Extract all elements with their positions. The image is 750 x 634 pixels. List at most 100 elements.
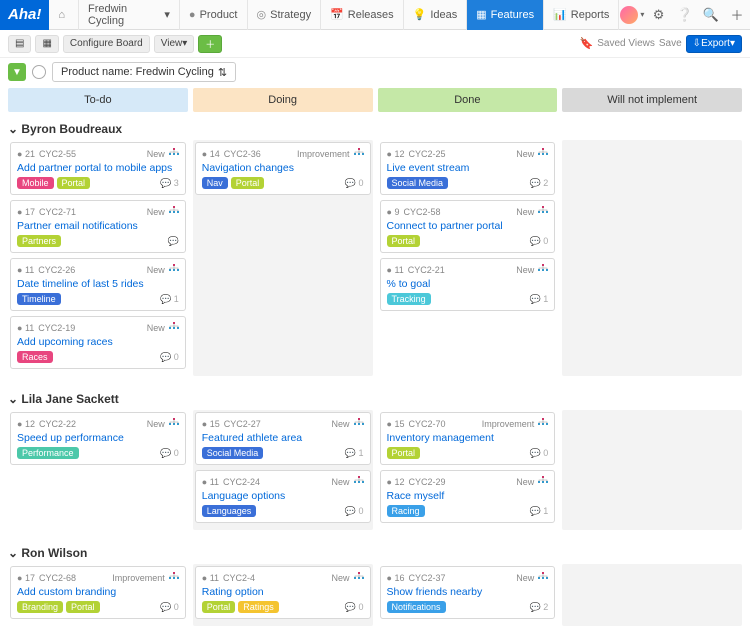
- card-comments[interactable]: 💬 0: [160, 448, 179, 459]
- card-title[interactable]: Speed up performance: [17, 432, 179, 444]
- filter-add[interactable]: [32, 65, 46, 79]
- card-comments[interactable]: 💬 0: [160, 352, 179, 363]
- lane[interactable]: 11CYC2-4NewRating optionPortalRatings💬 0: [193, 564, 373, 626]
- feature-card[interactable]: 12CYC2-22NewSpeed up performancePerforma…: [10, 412, 186, 465]
- lane[interactable]: 21CYC2-55NewAdd partner portal to mobile…: [8, 140, 188, 376]
- card-title[interactable]: Add partner portal to mobile apps: [17, 162, 179, 174]
- card-comments[interactable]: 💬: [168, 236, 179, 247]
- column-head-3[interactable]: Will not implement: [562, 88, 742, 112]
- card-title[interactable]: Connect to partner portal: [387, 220, 549, 232]
- lane[interactable]: [562, 410, 742, 530]
- feature-card[interactable]: 15CYC2-70ImprovementInventory management…: [380, 412, 556, 465]
- save-view-button[interactable]: Save: [659, 38, 682, 49]
- search-button[interactable]: 🔍: [698, 0, 724, 30]
- column-head-0[interactable]: To-do: [8, 88, 188, 112]
- feature-card[interactable]: 12CYC2-25NewLive event streamSocial Medi…: [380, 142, 556, 195]
- feature-card[interactable]: 11CYC2-19NewAdd upcoming racesRaces💬 0: [10, 316, 186, 369]
- feature-card[interactable]: 12CYC2-29NewRace myselfRacing💬 1: [380, 470, 556, 523]
- hierarchy-icon[interactable]: [354, 476, 364, 488]
- help-button[interactable]: ❔: [672, 0, 698, 30]
- view-list-toggle[interactable]: ▤: [8, 35, 31, 53]
- column-head-1[interactable]: Doing: [193, 88, 373, 112]
- lane[interactable]: 12CYC2-22NewSpeed up performancePerforma…: [8, 410, 188, 530]
- feature-card[interactable]: 9CYC2-58NewConnect to partner portalPort…: [380, 200, 556, 253]
- card-comments[interactable]: 💬 1: [530, 506, 549, 517]
- saved-views-link[interactable]: Saved Views: [597, 38, 655, 49]
- feature-card[interactable]: 11CYC2-21New% to goalTracking💬 1: [380, 258, 556, 311]
- nav-reports[interactable]: 📊Reports: [544, 0, 619, 30]
- nav-strategy[interactable]: ◎Strategy: [248, 0, 322, 30]
- lane[interactable]: 15CYC2-27NewFeatured athlete areaSocial …: [193, 410, 373, 530]
- card-comments[interactable]: 💬 0: [345, 178, 364, 189]
- nav-ideas[interactable]: 💡Ideas: [404, 0, 468, 30]
- lane[interactable]: [562, 564, 742, 626]
- lane[interactable]: 12CYC2-25NewLive event streamSocial Medi…: [378, 140, 558, 376]
- card-title[interactable]: Add upcoming races: [17, 336, 179, 348]
- hierarchy-icon[interactable]: [169, 264, 179, 276]
- home-button[interactable]: ⌂: [49, 0, 79, 30]
- card-comments[interactable]: 💬 2: [530, 178, 549, 189]
- lane[interactable]: 14CYC2-36ImprovementNavigation changesNa…: [193, 140, 373, 376]
- hierarchy-icon[interactable]: [169, 206, 179, 218]
- feature-card[interactable]: 11CYC2-24NewLanguage optionsLanguages💬 0: [195, 470, 371, 523]
- hierarchy-icon[interactable]: [354, 572, 364, 584]
- filter-toggle[interactable]: ▼: [8, 63, 26, 81]
- feature-card[interactable]: 15CYC2-27NewFeatured athlete areaSocial …: [195, 412, 371, 465]
- card-title[interactable]: Partner email notifications: [17, 220, 179, 232]
- card-comments[interactable]: 💬 0: [530, 236, 549, 247]
- card-title[interactable]: Inventory management: [387, 432, 549, 444]
- hierarchy-icon[interactable]: [169, 418, 179, 430]
- export-button[interactable]: ⇩ Export ▾: [686, 35, 742, 53]
- card-title[interactable]: % to goal: [387, 278, 549, 290]
- card-title[interactable]: Featured athlete area: [202, 432, 364, 444]
- card-comments[interactable]: 💬 0: [530, 448, 549, 459]
- card-title[interactable]: Date timeline of last 5 rides: [17, 278, 179, 290]
- card-title[interactable]: Live event stream: [387, 162, 549, 174]
- card-title[interactable]: Navigation changes: [202, 162, 364, 174]
- card-title[interactable]: Add custom branding: [17, 586, 179, 598]
- column-head-2[interactable]: Done: [378, 88, 558, 112]
- swimlane-header[interactable]: Byron Boudreaux: [8, 118, 742, 140]
- hierarchy-icon[interactable]: [354, 418, 364, 430]
- user-menu[interactable]: ▾: [619, 0, 645, 30]
- card-comments[interactable]: 💬 0: [160, 602, 179, 613]
- configure-board-button[interactable]: Configure Board: [63, 35, 150, 53]
- feature-card[interactable]: 14CYC2-36ImprovementNavigation changesNa…: [195, 142, 371, 195]
- hierarchy-icon[interactable]: [538, 572, 548, 584]
- lane[interactable]: 15CYC2-70ImprovementInventory management…: [378, 410, 558, 530]
- product-filter[interactable]: Product name: Fredwin Cycling⇅: [52, 62, 236, 82]
- card-title[interactable]: Language options: [202, 490, 364, 502]
- card-comments[interactable]: 💬 2: [530, 602, 549, 613]
- feature-card[interactable]: 11CYC2-26NewDate timeline of last 5 ride…: [10, 258, 186, 311]
- hierarchy-icon[interactable]: [169, 148, 179, 160]
- add-feature-button[interactable]: ＋: [198, 35, 222, 53]
- card-comments[interactable]: 💬 0: [345, 506, 364, 517]
- nav-product[interactable]: ●Product: [180, 0, 248, 30]
- feature-card[interactable]: 17CYC2-71NewPartner email notificationsP…: [10, 200, 186, 253]
- card-comments[interactable]: 💬 3: [160, 178, 179, 189]
- nav-releases[interactable]: 📅Releases: [321, 0, 404, 30]
- hierarchy-icon[interactable]: [169, 572, 179, 584]
- card-title[interactable]: Show friends nearby: [387, 586, 549, 598]
- workspace-picker[interactable]: Fredwin Cycling▾: [79, 0, 180, 30]
- swimlane-header[interactable]: Lila Jane Sackett: [8, 388, 742, 410]
- view-menu[interactable]: View ▾: [154, 35, 195, 53]
- card-title[interactable]: Race myself: [387, 490, 549, 502]
- nav-features[interactable]: ▦Features: [467, 0, 544, 30]
- feature-card[interactable]: 21CYC2-55NewAdd partner portal to mobile…: [10, 142, 186, 195]
- view-grid-toggle[interactable]: ▦: [35, 35, 58, 53]
- card-comments[interactable]: 💬 1: [345, 448, 364, 459]
- lane[interactable]: 17CYC2-68ImprovementAdd custom brandingB…: [8, 564, 188, 626]
- card-comments[interactable]: 💬 0: [345, 602, 364, 613]
- feature-card[interactable]: 11CYC2-4NewRating optionPortalRatings💬 0: [195, 566, 371, 619]
- add-button[interactable]: ＋: [724, 0, 750, 30]
- hierarchy-icon[interactable]: [538, 264, 548, 276]
- lane[interactable]: [562, 140, 742, 376]
- logo[interactable]: Aha!: [0, 0, 49, 30]
- settings-button[interactable]: ⚙: [645, 0, 671, 30]
- hierarchy-icon[interactable]: [538, 148, 548, 160]
- hierarchy-icon[interactable]: [169, 322, 179, 334]
- card-comments[interactable]: 💬 1: [530, 294, 549, 305]
- feature-card[interactable]: 17CYC2-68ImprovementAdd custom brandingB…: [10, 566, 186, 619]
- hierarchy-icon[interactable]: [538, 418, 548, 430]
